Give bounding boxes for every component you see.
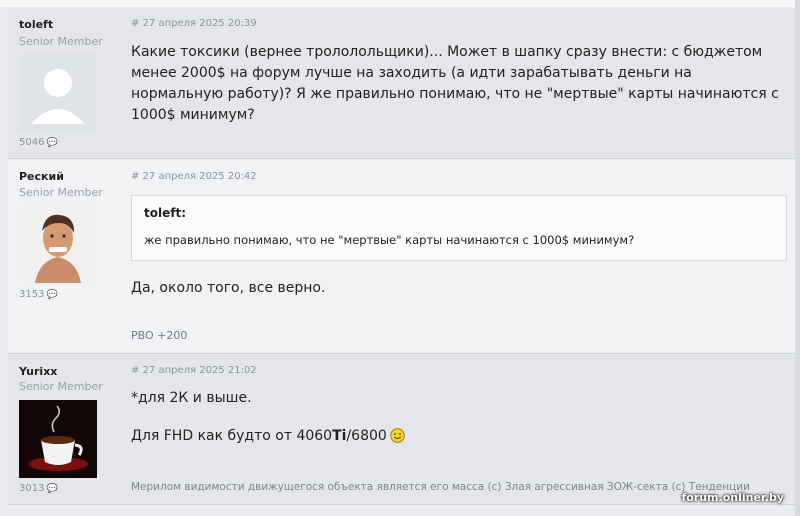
message-count[interactable]: 5046 💬	[19, 137, 58, 148]
message-icon: 💬	[46, 138, 58, 148]
forum-post: toleft Senior Member 5046 💬 # 27 апреля 2…	[8, 8, 796, 159]
post-date[interactable]: # 27 апреля 2025 21:02	[131, 365, 257, 376]
author-rank: Senior Member	[19, 380, 103, 393]
smile-emoticon-icon	[390, 428, 405, 443]
quote-block: toleft: же правильно понимаю, что не "ме…	[131, 195, 787, 261]
author-rank: Senior Member	[19, 186, 103, 199]
post-line: *для 2К и выше.	[131, 390, 252, 406]
message-count[interactable]: 3153 💬	[19, 289, 58, 300]
avatar[interactable]	[19, 54, 97, 132]
scrollbar[interactable]	[795, 0, 800, 516]
forum-post: Yurixx Senior Member 3013 💬 # 27 апреля 2…	[8, 354, 796, 505]
post-body: Какие токсики (вернее трололольщики)... …	[131, 44, 779, 123]
post-date[interactable]: # 27 апреля 2025 20:42	[131, 171, 257, 182]
post-date[interactable]: # 27 апреля 2025 20:39	[131, 18, 257, 29]
message-count[interactable]: 3013 💬	[19, 483, 58, 494]
author-rank: Senior Member	[19, 35, 103, 48]
post-body: Да, около того, все верно.	[131, 280, 326, 296]
signature: Мерилом видимости движущегося объекта яв…	[131, 481, 750, 493]
post-rating[interactable]: PBO +200	[131, 329, 187, 342]
forum-post: Реский Senior Member 3153 💬 # 27 апреля 2…	[8, 159, 796, 354]
post-author[interactable]: Реский	[19, 170, 64, 183]
top-strip	[0, 0, 800, 7]
avatar[interactable]	[19, 205, 97, 283]
avatar[interactable]	[19, 400, 97, 478]
post-line: Для FHD как будто от 4060Ti/6800	[131, 426, 781, 447]
message-icon: 💬	[46, 290, 58, 300]
message-icon: 💬	[46, 484, 58, 494]
quote-author: toleft:	[144, 206, 186, 220]
watermark: forum.onliner.by	[681, 491, 784, 504]
post-author[interactable]: Yurixx	[19, 365, 57, 378]
quote-text: же правильно понимаю, что не "мертвые" к…	[144, 233, 635, 247]
post-author[interactable]: toleft	[19, 18, 53, 31]
